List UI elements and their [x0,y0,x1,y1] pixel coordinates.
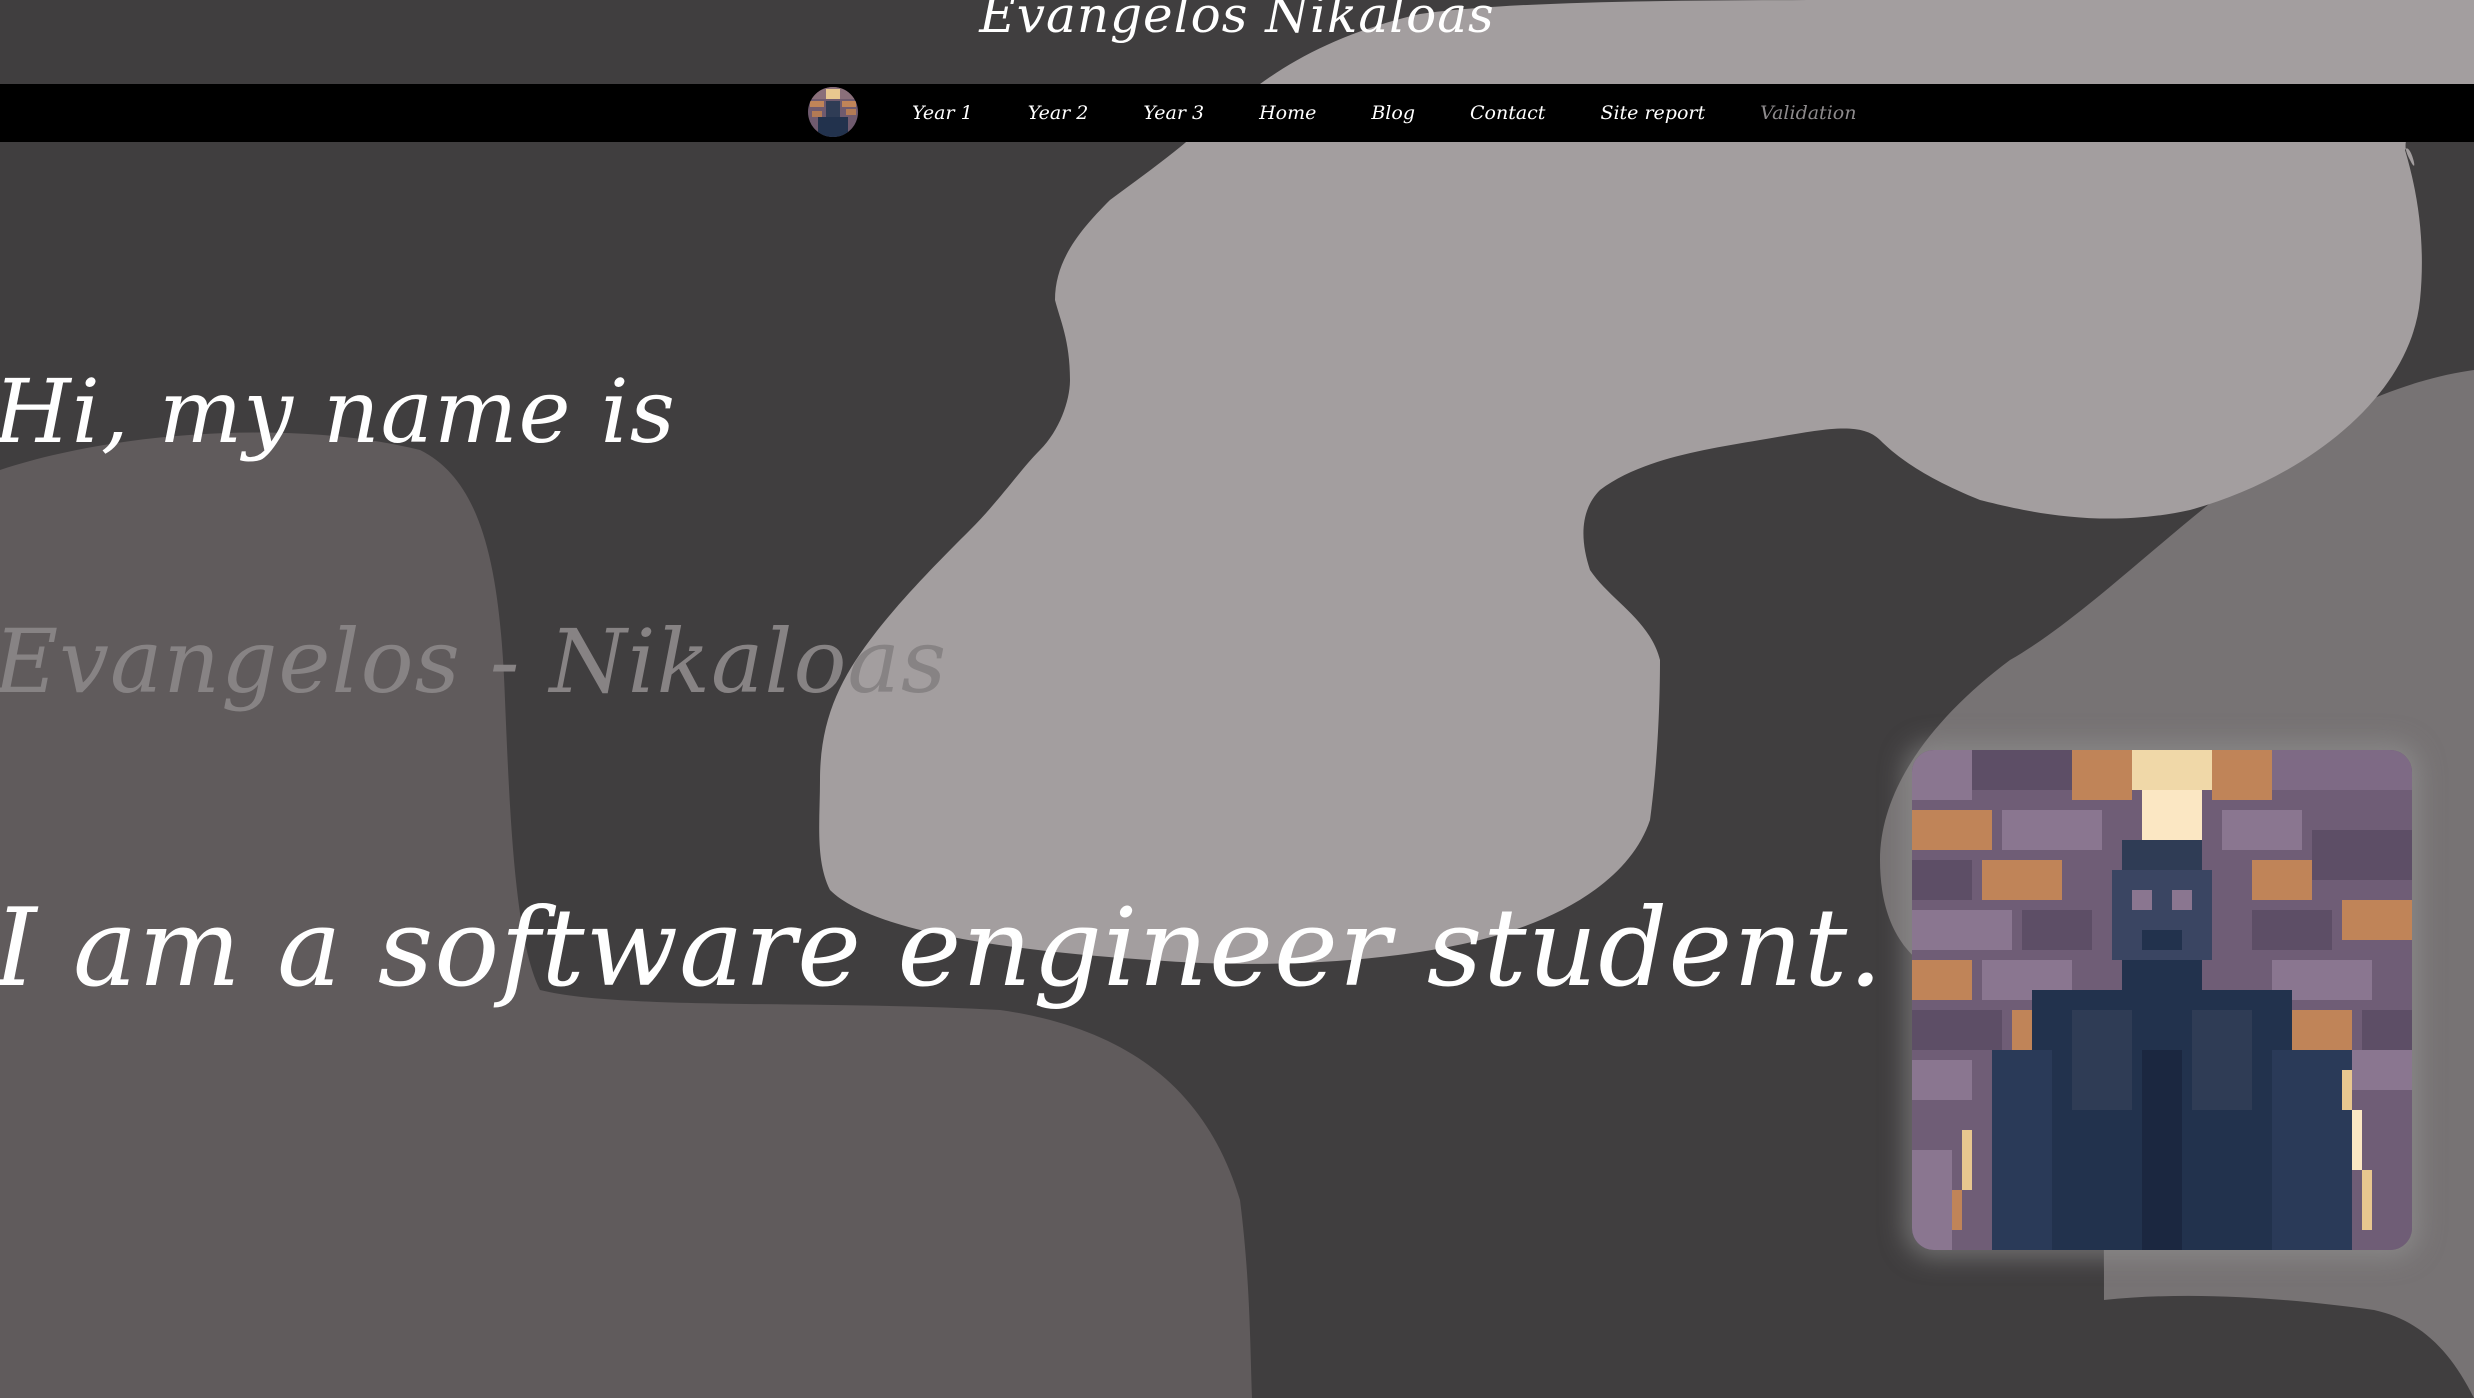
nav-items-container: Year 1 Year 2 Year 3 Home Blog Contact S… [808,84,1856,142]
hero-tagline: I am a software engineer student. [0,886,1884,1011]
nav-link-site-report[interactable]: Site report [1600,102,1705,124]
top-navbar: Year 1 Year 2 Year 3 Home Blog Contact S… [0,84,2474,142]
site-title: Evangelos Nikaloas [979,0,1495,44]
nav-link-contact[interactable]: Contact [1470,102,1545,124]
nav-link-year-2[interactable]: Year 2 [1028,102,1089,124]
nav-link-home[interactable]: Home [1259,102,1316,124]
nav-link-year-1[interactable]: Year 1 [912,102,973,124]
avatar-image-icon [808,87,858,137]
avatar[interactable] [808,87,858,137]
nav-link-year-3[interactable]: Year 3 [1143,102,1204,124]
hero-greeting: Hi, my name is [0,360,676,463]
hero-name: Evangelos - Nikaloas [0,610,948,713]
nav-link-blog[interactable]: Blog [1371,102,1415,124]
pixelated-portrait-image [1912,750,2412,1250]
nav-link-validation[interactable]: Validation [1760,102,1856,124]
page: Evangelos Nikaloas Year 1 Year 2 Year 3 [0,0,2474,1398]
portrait-photo [1912,750,2412,1250]
